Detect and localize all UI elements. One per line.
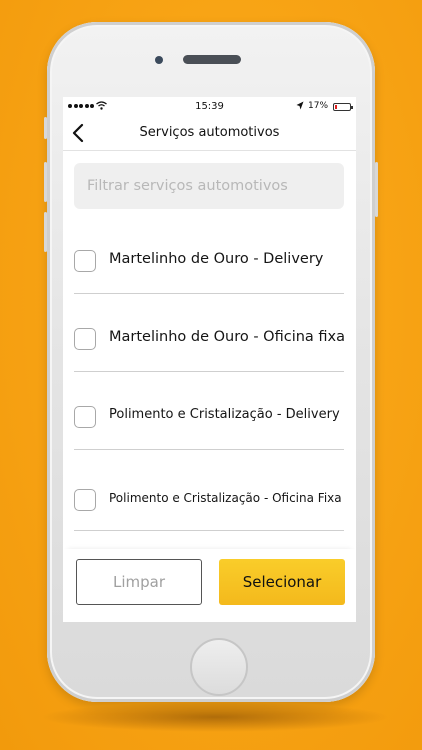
battery-icon bbox=[333, 103, 353, 111]
service-label: Martelinho de Ouro - Oficina fixa bbox=[109, 329, 346, 345]
location-arrow-icon bbox=[296, 101, 304, 110]
app-screen: 15:39 17% Serviços automotivos Martelinh… bbox=[63, 97, 356, 622]
front-camera bbox=[155, 56, 163, 64]
home-button[interactable] bbox=[190, 638, 248, 696]
navigation-bar: Serviços automotivos bbox=[63, 117, 356, 151]
service-checkbox[interactable] bbox=[74, 406, 96, 428]
mute-switch bbox=[44, 117, 47, 139]
earpiece-speaker bbox=[183, 55, 241, 64]
row-divider bbox=[74, 371, 344, 372]
select-button[interactable]: Selecionar bbox=[219, 559, 345, 605]
volume-down-button bbox=[44, 212, 47, 252]
status-bar: 15:39 17% bbox=[63, 97, 356, 117]
battery-level bbox=[335, 105, 337, 109]
battery-percent: 17% bbox=[308, 101, 329, 111]
service-label: Polimento e Cristalização - Oficina Fixa bbox=[109, 491, 342, 505]
service-checkbox[interactable] bbox=[74, 250, 96, 272]
filter-search-input[interactable] bbox=[74, 163, 344, 209]
service-item[interactable]: Martelinho de Ouro - Oficina fixa bbox=[63, 305, 356, 383]
service-item[interactable]: Polimento e Cristalização - Oficina Fixa bbox=[63, 461, 356, 539]
service-label: Martelinho de Ouro - Delivery bbox=[109, 251, 324, 267]
row-divider bbox=[74, 449, 344, 450]
clear-button[interactable]: Limpar bbox=[76, 559, 202, 605]
service-item[interactable]: Martelinho de Ouro - Delivery bbox=[63, 227, 356, 305]
row-divider bbox=[74, 293, 344, 294]
service-item[interactable]: Polimento e Cristalização - Delivery bbox=[63, 383, 356, 461]
phone-shadow bbox=[40, 702, 390, 732]
service-checkbox[interactable] bbox=[74, 489, 96, 511]
service-label: Polimento e Cristalização - Delivery bbox=[109, 407, 340, 422]
volume-up-button bbox=[44, 162, 47, 202]
page-title: Serviços automotivos bbox=[139, 125, 280, 140]
power-button bbox=[375, 162, 378, 217]
row-divider bbox=[74, 530, 344, 531]
service-checkbox[interactable] bbox=[74, 328, 96, 350]
